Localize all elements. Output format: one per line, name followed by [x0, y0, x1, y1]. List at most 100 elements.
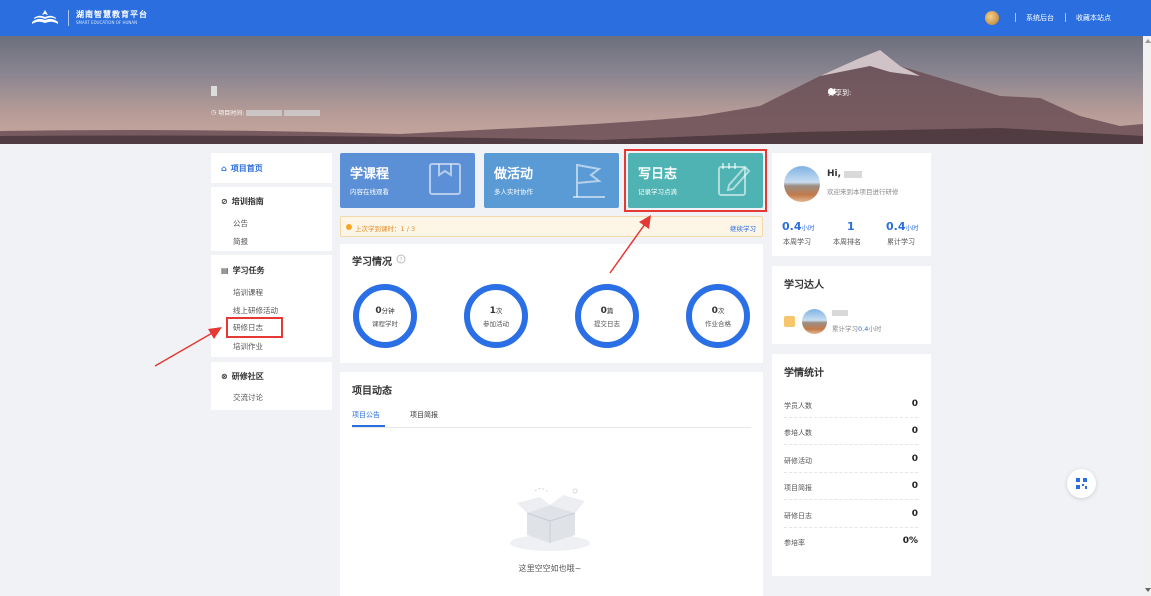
stat-value: 0 [911, 481, 918, 491]
stat-value: 0 [911, 509, 918, 519]
book-icon [429, 163, 461, 195]
empty-box-icon [510, 488, 590, 551]
logo-divider [68, 10, 69, 26]
top-divider [1065, 13, 1066, 22]
metric-label: 本周学习 [783, 238, 811, 246]
sidebar-item-homework[interactable]: 培训作业 [233, 341, 263, 352]
logo-title[interactable]: 湖南智慧教育平台 [76, 9, 148, 20]
tile-courses[interactable]: 学课程 内容在线观看 [340, 153, 475, 208]
sidebar-section-community: ⊗ 研修社区 [221, 371, 264, 382]
rank-badge-icon [784, 316, 795, 327]
task-list-icon: ▤ [221, 266, 229, 275]
metric-label: 本周排名 [833, 238, 861, 246]
user-avatar[interactable] [985, 11, 999, 25]
stat-label: 参加活动 [483, 320, 509, 328]
master-hours: 累计学习0.4小时 [832, 325, 882, 333]
stat-value: 0% [902, 536, 918, 546]
sidebar-tasks-card: ▤ 学习任务 培训课程 线上研修活动 研修日志 培训作业 [211, 255, 332, 357]
project-time-value-blurred [284, 109, 321, 116]
share-bar: 分享到: [828, 88, 893, 98]
stat-label: 研修活动 [784, 457, 812, 465]
master-name-blurred [832, 310, 848, 316]
sidebar-home-card: ⌂ 项目首页 [211, 153, 332, 183]
last-study-text: 上次学到课时：1 / 3 [355, 225, 416, 233]
wechat-icon[interactable] [828, 88, 865, 97]
sidebar-section-title: 培训指南 [231, 197, 264, 206]
greeting-text: Hi, [827, 169, 842, 179]
stat-label: 项目简报 [784, 484, 812, 492]
stat-value: 0 [911, 399, 918, 409]
svg-text:?: ? [399, 257, 402, 264]
learning-masters-title: 学习达人 [784, 280, 824, 291]
stat-row-participants: 参培人数 0 [784, 421, 918, 445]
tile-title: 做活动 [494, 167, 534, 182]
metric-weekly-hours: 0.4小时 [782, 220, 815, 233]
stat-ring-course-hours: 0分钟 课程学时 [353, 284, 417, 348]
project-time-label: 项目时间: [218, 110, 245, 117]
stat-label: 提交日志 [594, 320, 620, 328]
statistics-title: 学情统计 [784, 368, 824, 379]
stat-value: 0 [911, 426, 918, 436]
annotation-arrow [154, 331, 215, 367]
sidebar-section-guide: ⊘ 培训指南 [221, 196, 264, 207]
stat-label: 参培人数 [784, 429, 812, 437]
bookmark-link[interactable]: 收藏本站点 [1076, 13, 1111, 23]
tab-announcements[interactable]: 项目公告 [352, 410, 380, 420]
help-icon[interactable]: ? [396, 254, 406, 264]
flag-icon [573, 163, 605, 198]
top-bar: 湖南智慧教育平台 SMART EDUCATION OF HUNAN 系统后台 收… [0, 0, 1151, 36]
stat-row-briefings: 项目简报 0 [784, 476, 918, 500]
qq-icon[interactable] [828, 88, 893, 97]
stat-row-rate: 参培率 0% [784, 531, 918, 555]
mountain-image [0, 50, 1143, 144]
stat-ring-activities: 1次 参加活动 [464, 284, 528, 348]
profile-avatar[interactable] [784, 166, 820, 202]
project-time: ◷ 项目时间: [211, 108, 321, 117]
sidebar-item-home[interactable]: ⌂ 项目首页 [221, 163, 263, 174]
stat-ring-journals: 0篇 提交日志 [575, 284, 639, 348]
scroll-up-icon[interactable] [1145, 39, 1151, 43]
compass-icon: ⊘ [221, 197, 228, 206]
tile-activities[interactable]: 做活动 多人实时协作 [484, 153, 619, 208]
stat-label: 研修日志 [784, 512, 812, 520]
stat-value: 0 [911, 454, 918, 464]
sidebar-item-online-activities[interactable]: 线上研修活动 [233, 305, 278, 316]
metric-label: 累计学习 [887, 238, 915, 246]
empty-state-text: 这里空空如也哦~ [518, 564, 582, 573]
sidebar-item-label: 项目首页 [230, 164, 263, 173]
community-icon: ⊗ [221, 372, 228, 381]
study-status-title: 学习情况 [352, 257, 392, 268]
stat-ring-homework: 0次 作业合格 [686, 284, 750, 348]
stat-row-activities: 研修活动 0 [784, 449, 918, 473]
project-banner: ◷ 项目时间: 分享到: [0, 36, 1143, 144]
sidebar-item-announcement[interactable]: 公告 [233, 218, 248, 229]
sidebar-item-courses[interactable]: 培训课程 [233, 287, 263, 298]
continue-study-link[interactable]: 继续学习 [730, 223, 756, 233]
sidebar-section-tasks: ▤ 学习任务 [221, 265, 265, 276]
last-study-notice: 上次学到课时：1 / 3 继续学习 [340, 216, 763, 237]
floating-qrcode-button[interactable] [1067, 469, 1096, 498]
stat-row-journals: 研修日志 0 [784, 504, 918, 528]
metric-weekly-rank: 1 [847, 220, 855, 233]
stat-label: 课程学时 [372, 320, 398, 328]
project-time-value-blurred [246, 109, 283, 116]
stat-row-students: 学员人数 0 [784, 394, 918, 418]
page-scrollbar[interactable] [1143, 36, 1151, 596]
stat-label: 作业合格 [705, 320, 731, 328]
clock-icon: ◷ [211, 109, 217, 116]
weibo-icon[interactable] [828, 88, 879, 97]
profile-welcome: 欢迎来到本项目进行研修 [827, 188, 899, 196]
sidebar-item-briefing[interactable]: 简报 [233, 236, 248, 247]
sidebar-community-card: ⊗ 研修社区 交流讨论 [211, 362, 332, 410]
home-icon: ⌂ [221, 164, 227, 173]
tile-subtitle: 多人实时协作 [494, 188, 533, 196]
stat-label: 参培率 [784, 539, 805, 547]
tab-briefings[interactable]: 项目简报 [410, 410, 438, 420]
scroll-down-icon[interactable] [1145, 588, 1151, 592]
project-name-blurred [211, 86, 217, 96]
master-avatar[interactable] [802, 309, 827, 334]
tabs-divider [352, 427, 751, 428]
admin-link[interactable]: 系统后台 [1026, 13, 1054, 23]
sidebar-section-title: 研修社区 [231, 372, 264, 381]
sidebar-item-discussion[interactable]: 交流讨论 [233, 392, 263, 403]
